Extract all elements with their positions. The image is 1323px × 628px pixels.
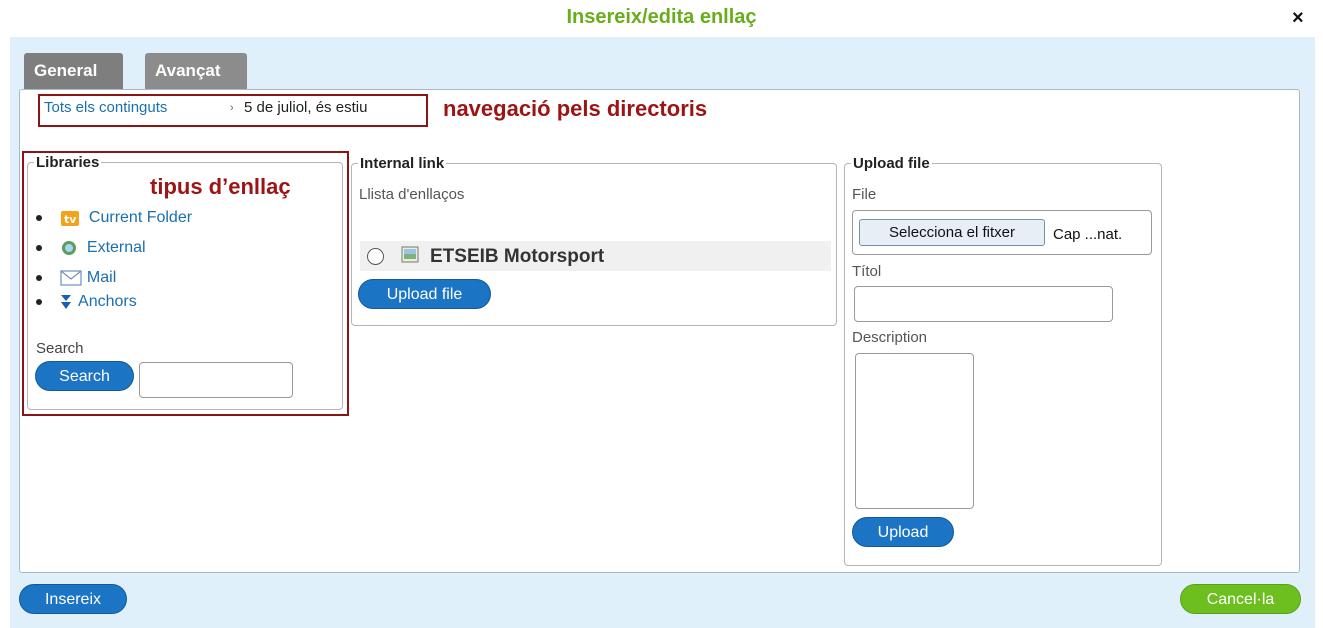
internal-link-legend: Internal link — [360, 155, 445, 172]
link-radio[interactable] — [367, 248, 384, 265]
mail-icon — [60, 270, 83, 286]
description-label: Description — [852, 329, 928, 346]
tab-general[interactable]: General — [24, 53, 123, 91]
upload-file-button[interactable]: Upload file — [358, 279, 491, 309]
library-item-current-folder[interactable]: tv Current Folder — [36, 208, 192, 228]
anchor-arrow-icon — [61, 294, 72, 309]
breadcrumb-current: 5 de juliol, és estiu — [244, 99, 368, 116]
insert-button[interactable]: Insereix — [19, 584, 127, 614]
library-item-label: External — [86, 239, 146, 257]
annotation-navigation: navegació pels directoris — [443, 96, 708, 121]
search-label: Search — [36, 340, 84, 357]
description-field[interactable] — [855, 353, 974, 509]
link-list-label: Llista d'enllaços — [359, 186, 465, 203]
annotation-link-type: tipus d’enllaç — [150, 174, 291, 199]
library-item-anchors[interactable]: Anchors — [36, 293, 137, 311]
chosen-file-name: Cap ...nat. — [1053, 226, 1123, 243]
bullet-icon — [36, 298, 42, 305]
bullet-icon — [36, 274, 42, 281]
link-item-label: ETSEIB Motorsport — [430, 246, 605, 267]
upload-button[interactable]: Upload — [852, 517, 954, 547]
library-item-mail[interactable]: Mail — [36, 269, 116, 287]
image-icon — [401, 246, 419, 263]
cancel-button[interactable]: Cancel·la — [1180, 584, 1301, 614]
search-button[interactable]: Search — [35, 361, 134, 391]
upload-file-legend: Upload file — [853, 155, 930, 172]
breadcrumb-root-link[interactable]: Tots els continguts — [44, 99, 167, 116]
bullet-icon — [36, 245, 42, 251]
breadcrumb-separator: › — [230, 102, 234, 114]
choose-file-button[interactable]: Selecciona el fitxer — [859, 219, 1045, 246]
library-item-label: Mail — [86, 269, 117, 286]
library-item-label: Anchors — [78, 293, 137, 310]
dialog-title: Insereix/edita enllaç — [566, 6, 757, 28]
folder-icon: tv — [61, 211, 80, 226]
bullet-icon — [36, 215, 42, 221]
library-item-external[interactable]: External — [36, 239, 146, 257]
svg-text:tv: tv — [64, 213, 77, 226]
tab-avancat[interactable]: Avançat — [145, 53, 247, 91]
search-input[interactable] — [139, 362, 293, 398]
close-icon[interactable]: × — [1292, 8, 1304, 28]
library-item-label: Current Folder — [88, 209, 193, 227]
globe-icon — [62, 241, 77, 255]
title-label: Títol — [852, 263, 882, 280]
file-label: File — [852, 186, 877, 203]
title-field[interactable] — [854, 286, 1113, 322]
